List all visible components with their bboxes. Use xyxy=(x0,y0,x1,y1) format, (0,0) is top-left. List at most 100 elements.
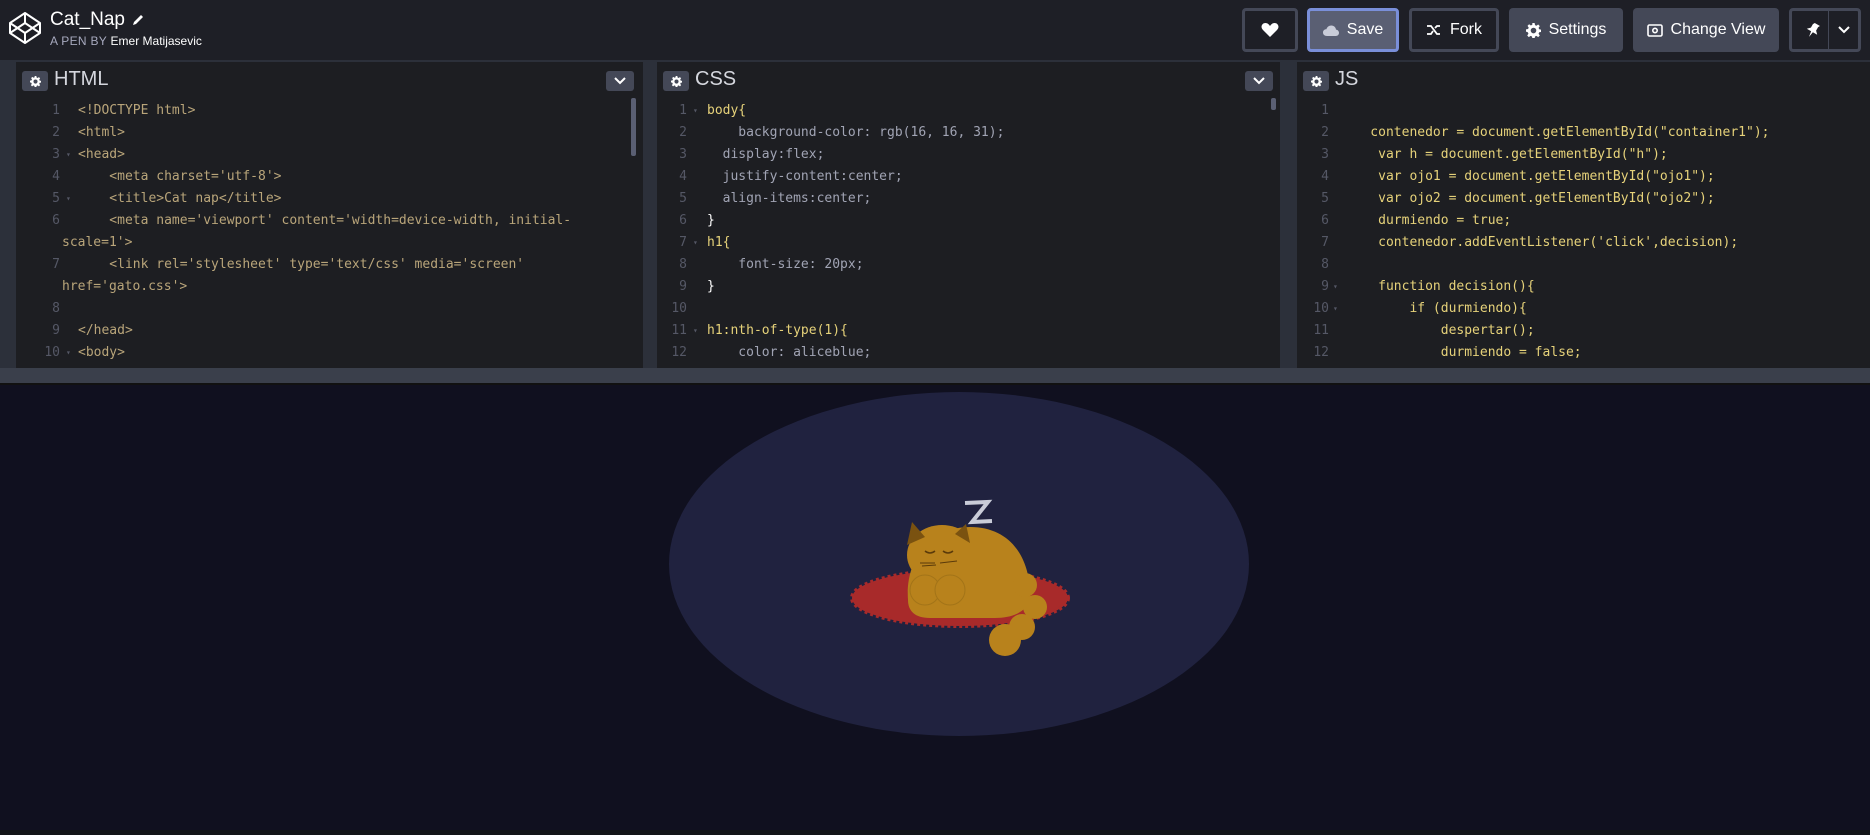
html-editor[interactable]: HTML 1 <!DOCTYPE html> 2 <html> 3 ▾ <head> 4… xyxy=(16,60,643,368)
code-line: 3 var h = document.getElementById("h"); xyxy=(1297,144,1870,166)
pen-title-text[interactable]: Cat_Nap xyxy=(50,9,125,31)
code-line: 7 <link rel='stylesheet' type='text/css'… xyxy=(16,254,643,276)
code-line: 7 contenedor.addEventListener('click',de… xyxy=(1297,232,1870,254)
line-number: 2 xyxy=(52,125,60,140)
code-text: function decision(){ xyxy=(1339,279,1535,294)
codepen-logo-icon[interactable] xyxy=(8,11,42,45)
author-name[interactable]: Emer Matijasevic xyxy=(111,34,202,48)
js-editor-title: JS xyxy=(1335,68,1359,90)
code-line: 1 ▾ body{ xyxy=(657,100,1280,122)
line-number: 8 xyxy=(679,257,687,272)
line-number: 10 xyxy=(1313,301,1329,316)
line-number: 6 xyxy=(52,213,60,228)
code-text: contenedor.addEventListener('click',deci… xyxy=(1339,235,1739,250)
settings-button[interactable]: Settings xyxy=(1509,8,1623,52)
fork-button[interactable]: Fork xyxy=(1409,8,1499,52)
preview-resize-handle[interactable] xyxy=(0,368,1870,385)
pin-button[interactable] xyxy=(1789,8,1861,52)
code-text: <body> xyxy=(78,345,125,360)
pencil-icon[interactable] xyxy=(131,13,145,27)
css-code[interactable]: 1 ▾ body{ 2 background-color: rgb(16, 16, … xyxy=(657,100,1280,364)
html-settings-button[interactable] xyxy=(22,71,48,91)
line-number: 10 xyxy=(671,301,687,316)
code-line: 12 color: aliceblue; xyxy=(657,342,1280,364)
line-number: 1 xyxy=(52,103,60,118)
line-number: 1 xyxy=(679,103,687,118)
code-text: h1:nth-of-type(1){ xyxy=(707,323,848,338)
code-text: <link rel='stylesheet' type='text/css' m… xyxy=(78,257,525,272)
html-code[interactable]: 1 <!DOCTYPE html> 2 <html> 3 ▾ <head> 4 <met… xyxy=(16,100,643,364)
code-text: } xyxy=(707,279,715,294)
heart-button[interactable] xyxy=(1242,8,1298,52)
fold-marker[interactable]: ▾ xyxy=(693,320,698,342)
js-code[interactable]: 1 2 contenedor = document.getElementById… xyxy=(1297,100,1870,364)
code-text: href='gato.css'> xyxy=(62,279,188,294)
js-settings-button[interactable] xyxy=(1303,71,1329,91)
gear-icon xyxy=(670,75,682,87)
line-number: 9 xyxy=(679,279,687,294)
code-text: <title>Cat nap</title> xyxy=(78,191,282,206)
line-number: 8 xyxy=(52,301,60,316)
cat-nap-scene[interactable] xyxy=(0,385,1870,830)
chevron-down-icon[interactable] xyxy=(1838,25,1850,35)
fold-marker[interactable]: ▾ xyxy=(66,144,71,166)
code-line: 10 ▾ if (durmiendo){ xyxy=(1297,298,1870,320)
css-dropdown-button[interactable] xyxy=(1245,71,1273,91)
code-text: if (durmiendo){ xyxy=(1339,301,1527,316)
change-view-button[interactable]: Change View xyxy=(1633,8,1779,52)
code-line: 9 </head> xyxy=(16,320,643,342)
line-number: 4 xyxy=(52,169,60,184)
change-view-label: Change View xyxy=(1670,21,1766,38)
code-line: 4 var ojo1 = document.getElementById("oj… xyxy=(1297,166,1870,188)
line-number: 11 xyxy=(671,323,687,338)
chevron-down-icon xyxy=(614,77,626,85)
save-button[interactable]: Save xyxy=(1307,8,1399,52)
line-number: 12 xyxy=(671,345,687,360)
html-editor-title: HTML xyxy=(54,68,109,90)
code-line: 10 xyxy=(657,298,1280,320)
code-line: 2 <html> xyxy=(16,122,643,144)
fold-marker[interactable]: ▾ xyxy=(693,232,698,254)
line-number: 9 xyxy=(52,323,60,338)
code-text: var h = document.getElementById("h"); xyxy=(1339,147,1668,162)
code-line: 7 ▾ h1{ xyxy=(657,232,1280,254)
code-text: <meta name='viewport' content='width=dev… xyxy=(78,213,572,228)
css-editor[interactable]: CSS 1 ▾ body{ 2 background-color: rgb(16, … xyxy=(657,60,1280,368)
line-number: 7 xyxy=(52,257,60,272)
code-text: durmiendo = true; xyxy=(1339,213,1512,228)
css-scrollbar[interactable] xyxy=(1271,98,1276,110)
line-number: 4 xyxy=(679,169,687,184)
fold-marker[interactable]: ▾ xyxy=(66,188,71,210)
code-text: </head> xyxy=(78,323,133,338)
css-settings-button[interactable] xyxy=(663,71,689,91)
code-text: } xyxy=(707,213,715,228)
code-line: 5 var ojo2 = document.getElementById("oj… xyxy=(1297,188,1870,210)
line-number: 7 xyxy=(679,235,687,250)
pen-by-label: A PEN BY xyxy=(50,34,107,48)
code-line: 6 <meta name='viewport' content='width=d… xyxy=(16,210,643,232)
code-line: 5 align-items:center; xyxy=(657,188,1280,210)
code-text: justify-content:center; xyxy=(707,169,903,184)
code-text: scale=1'> xyxy=(62,235,133,250)
pen-info: Cat_Nap A PEN BY Emer Matijasevic xyxy=(50,9,202,48)
top-bar: Cat_Nap A PEN BY Emer Matijasevic Save F… xyxy=(0,0,1870,60)
html-scrollbar[interactable] xyxy=(631,98,636,156)
code-text: font-size: 20px; xyxy=(707,257,864,272)
pen-title[interactable]: Cat_Nap xyxy=(50,9,202,31)
line-number: 2 xyxy=(1321,125,1329,140)
code-line: 8 xyxy=(1297,254,1870,276)
code-line: 1 xyxy=(1297,100,1870,122)
gear-icon xyxy=(1310,75,1322,87)
result-preview[interactable] xyxy=(0,385,1870,830)
line-number: 5 xyxy=(52,191,60,206)
fold-marker[interactable]: ▾ xyxy=(1333,298,1338,320)
line-number: 1 xyxy=(1321,103,1329,118)
code-text: despertar(); xyxy=(1339,323,1535,338)
fold-marker[interactable]: ▾ xyxy=(66,342,71,364)
code-text: <head> xyxy=(78,147,125,162)
fold-marker[interactable]: ▾ xyxy=(693,100,698,122)
js-editor[interactable]: JS 1 2 contenedor = document.getElementB… xyxy=(1297,60,1870,368)
html-dropdown-button[interactable] xyxy=(606,71,634,91)
fold-marker[interactable]: ▾ xyxy=(1333,276,1338,298)
code-line: scale=1'> xyxy=(16,232,643,254)
